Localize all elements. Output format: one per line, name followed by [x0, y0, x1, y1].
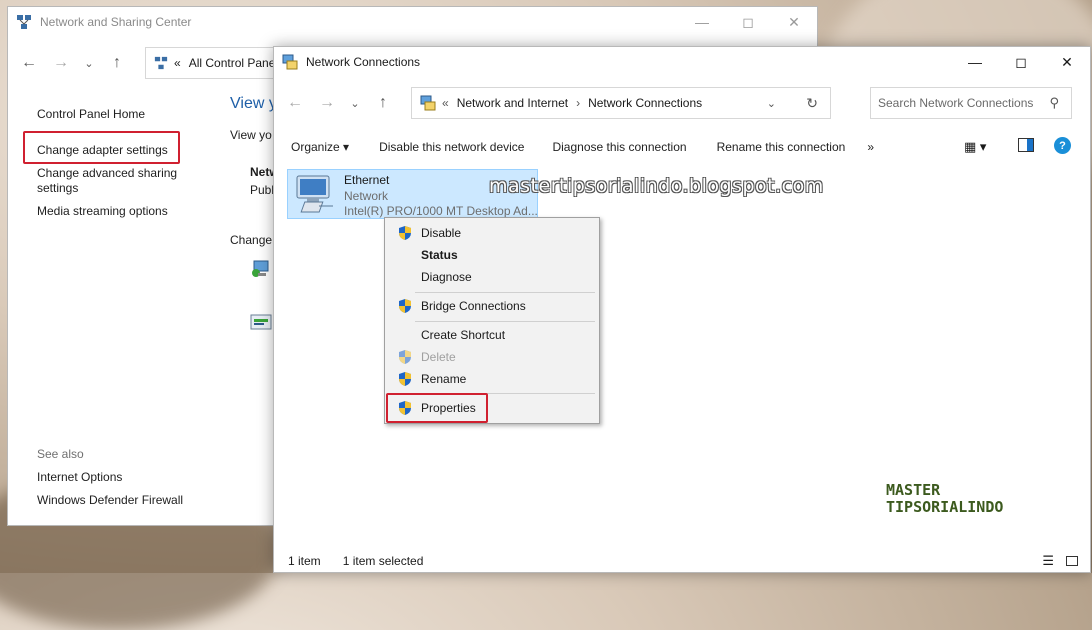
menu-label: Status	[421, 248, 458, 262]
titlebar: Network and Sharing Center — ◻ ✕	[8, 7, 817, 37]
more-commands-button[interactable]: »	[859, 140, 888, 154]
up-arrow-icon[interactable]: ↑	[101, 54, 133, 72]
window-title: Network Connections	[306, 55, 421, 69]
properties-highlight-box	[386, 393, 488, 423]
close-button[interactable]: ✕	[1044, 47, 1090, 77]
details-view-icon[interactable]: ☰	[1042, 553, 1054, 569]
diagnose-button[interactable]: Diagnose this connection	[538, 140, 700, 154]
item-count: 1 item	[288, 554, 321, 568]
forward-arrow-icon[interactable]: →	[311, 94, 343, 112]
window-controls: — ◻ ✕	[952, 47, 1090, 77]
menu-item-status[interactable]: Status	[387, 244, 597, 266]
menu-label: Rename	[421, 372, 467, 386]
uac-shield-icon	[399, 350, 411, 364]
selected-count: 1 item selected	[342, 554, 424, 568]
uac-shield-icon	[399, 226, 411, 240]
minimize-button[interactable]: —	[679, 7, 725, 37]
menu-item-rename[interactable]: Rename	[387, 368, 597, 390]
maximize-button[interactable]: ◻	[725, 7, 771, 37]
recent-dropdown-icon[interactable]: ⌄	[77, 57, 101, 70]
control-panel-home-link[interactable]: Control Panel Home	[37, 107, 145, 121]
address-bar[interactable]: « All Control Panel	[145, 47, 285, 79]
see-also-label: See also	[37, 447, 84, 461]
window-controls: — ◻ ✕	[679, 7, 817, 37]
forward-arrow-icon[interactable]: →	[45, 54, 77, 72]
advanced-sharing-link[interactable]: Change advanced sharing	[37, 166, 177, 180]
address-prefix: «	[174, 56, 181, 70]
troubleshoot-icon[interactable]	[250, 313, 272, 333]
window-title: Network and Sharing Center	[40, 15, 192, 29]
media-streaming-link[interactable]: Media streaming options	[37, 204, 168, 218]
connection-adapter: Intel(R) PRO/1000 MT Desktop Ad...	[344, 204, 538, 218]
search-icon[interactable]: ⚲	[1049, 95, 1059, 111]
breadcrumb-network-internet[interactable]: Network and Internet	[457, 96, 568, 110]
menu-item-delete: Delete	[387, 346, 597, 368]
view-options-icon[interactable]: ▦ ▾	[964, 139, 986, 155]
logo-line-2: TIPSORIALINDO	[886, 498, 1004, 516]
search-input[interactable]: Search Network Connections ⚲	[870, 87, 1072, 119]
uac-shield-icon	[399, 372, 411, 386]
menu-label: Create Shortcut	[421, 328, 506, 342]
menu-separator	[415, 321, 595, 322]
connection-name: Ethernet	[344, 173, 390, 187]
back-arrow-icon[interactable]: ←	[279, 94, 311, 112]
address-text: All Control Panel	[188, 56, 279, 70]
page-subheading: View yo	[230, 128, 272, 142]
breadcrumb-prefix: «	[442, 96, 449, 110]
internet-options-link[interactable]: Internet Options	[37, 470, 122, 484]
organize-button[interactable]: Organize ▾	[274, 140, 363, 154]
connection-network: Network	[344, 189, 389, 203]
preview-pane-icon[interactable]	[1018, 138, 1034, 152]
command-bar: Organize ▾ Disable this network device D…	[274, 133, 1090, 161]
menu-label: Delete	[421, 350, 456, 364]
uac-shield-icon	[399, 299, 411, 313]
menu-item-disable[interactable]: Disable	[387, 222, 597, 244]
maximize-button[interactable]: ◻	[998, 47, 1044, 77]
recent-dropdown-icon[interactable]: ⌄	[343, 97, 367, 110]
breadcrumb-separator: ›	[576, 96, 581, 110]
address-bar[interactable]: « Network and Internet › Network Connect…	[411, 87, 831, 119]
menu-item-bridge-connections[interactable]: Bridge Connections	[387, 295, 597, 317]
disable-device-button[interactable]: Disable this network device	[363, 140, 538, 154]
watermark-url: mastertipsorialindo.blogspot.com	[489, 175, 824, 197]
menu-label: Bridge Connections	[421, 299, 526, 313]
page-heading: View y	[230, 95, 277, 112]
titlebar: Network Connections — ◻ ✕	[274, 47, 1090, 77]
rename-button[interactable]: Rename this connection	[701, 140, 860, 154]
change-heading: Change	[230, 233, 273, 247]
network-icon	[154, 56, 168, 70]
close-button[interactable]: ✕	[771, 7, 817, 37]
menu-item-create-shortcut[interactable]: Create Shortcut	[387, 324, 597, 346]
network-type: Publ	[250, 183, 275, 197]
menu-item-diagnose[interactable]: Diagnose	[387, 266, 597, 288]
chevron-down-icon[interactable]: ⌄	[767, 97, 776, 110]
back-arrow-icon[interactable]: ←	[13, 54, 45, 72]
status-bar: 1 item 1 item selected ☰	[274, 550, 1090, 572]
watermark-logo: MASTER TIPSORIALINDO	[886, 482, 1003, 516]
logo-line-1: MASTER	[886, 481, 941, 499]
large-icons-view-icon[interactable]	[1066, 556, 1078, 566]
highlight-box	[23, 131, 180, 164]
setup-connection-icon[interactable]	[250, 259, 272, 279]
breadcrumb-network-connections[interactable]: Network Connections	[588, 96, 702, 110]
menu-label: Diagnose	[421, 270, 472, 284]
network-connections-icon	[282, 54, 298, 70]
advanced-sharing-link-line2[interactable]: settings	[37, 181, 78, 195]
menu-label: Disable	[421, 226, 462, 240]
network-icon	[17, 15, 31, 29]
help-icon[interactable]: ?	[1054, 137, 1071, 154]
menu-separator	[415, 292, 595, 293]
ethernet-adapter-icon	[296, 175, 333, 213]
network-connections-icon	[420, 95, 436, 111]
search-placeholder: Search Network Connections	[878, 96, 1034, 110]
up-arrow-icon[interactable]: ↑	[367, 94, 399, 112]
refresh-icon[interactable]: ↻	[806, 95, 818, 112]
firewall-link[interactable]: Windows Defender Firewall	[37, 493, 183, 507]
minimize-button[interactable]: —	[952, 47, 998, 77]
